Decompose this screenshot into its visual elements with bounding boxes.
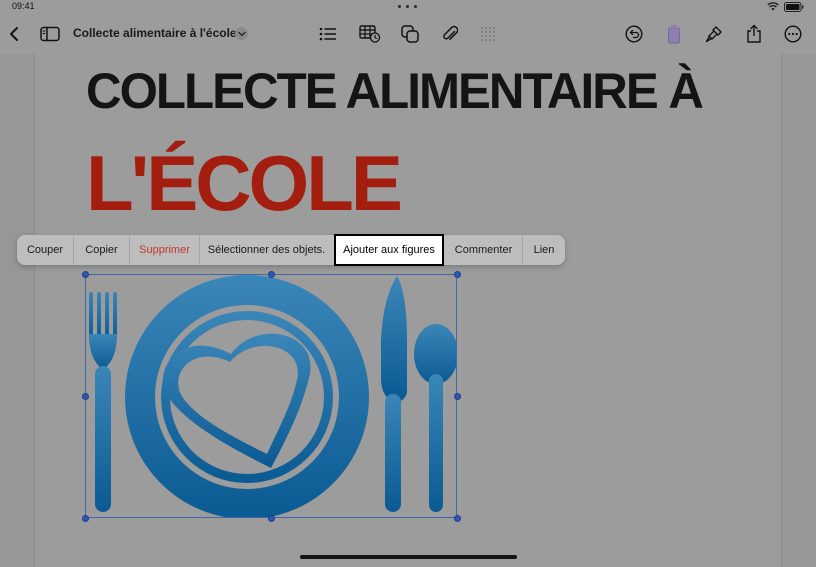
menu-item-cut[interactable]: Couper xyxy=(17,235,73,265)
back-icon xyxy=(10,27,18,41)
resize-handle-bottom-right[interactable] xyxy=(454,515,461,522)
battery-icon xyxy=(784,1,804,12)
undo-button[interactable] xyxy=(622,22,646,46)
menu-item-comment[interactable]: Commenter xyxy=(445,235,522,265)
document-title[interactable]: Collecte alimentaire à l'école xyxy=(73,26,237,40)
shapes-button[interactable] xyxy=(398,22,422,46)
table-button[interactable] xyxy=(358,22,382,46)
attachment-icon xyxy=(443,25,458,40)
title-menu-button[interactable] xyxy=(235,27,248,40)
page-edge-left xyxy=(34,54,35,567)
document-button[interactable] xyxy=(662,22,686,46)
multitasking-dots-icon[interactable] xyxy=(398,5,418,9)
undo-icon xyxy=(625,25,643,43)
document-icon xyxy=(668,25,680,44)
canvas-margin-left xyxy=(0,54,34,567)
share-icon xyxy=(747,24,761,43)
menu-item-delete[interactable]: Supprimer xyxy=(130,235,199,265)
menu-item-add-to-shapes[interactable]: Ajouter aux figures xyxy=(334,234,444,266)
edit-menu: Couper Copier Supprimer Sélectionner des… xyxy=(17,234,565,266)
share-button[interactable] xyxy=(742,22,766,46)
chevron-down-icon xyxy=(237,31,246,36)
menu-item-link[interactable]: Lien xyxy=(523,235,565,265)
resize-handle-left[interactable] xyxy=(82,393,89,400)
format-button[interactable] xyxy=(702,22,726,46)
wifi-icon xyxy=(767,2,779,11)
back-button[interactable] xyxy=(2,22,26,46)
toolbar: Collecte alimentaire à l'école xyxy=(0,14,816,54)
resize-handle-bottom-left[interactable] xyxy=(82,515,89,522)
status-bar: 09:41 xyxy=(0,0,816,14)
page-edge-right xyxy=(781,54,782,567)
status-time: 09:41 xyxy=(12,1,35,11)
heading-line-2[interactable]: L'ÉCOLE xyxy=(86,138,403,229)
resize-handle-top[interactable] xyxy=(268,271,275,278)
list-icon xyxy=(319,27,336,41)
sidebar-icon xyxy=(40,26,60,42)
resize-handle-top-left[interactable] xyxy=(82,271,89,278)
resize-handle-right[interactable] xyxy=(454,393,461,400)
grid-icon xyxy=(481,27,495,41)
more-button[interactable] xyxy=(781,22,805,46)
attachment-button[interactable] xyxy=(438,22,462,46)
sidebar-button[interactable] xyxy=(38,22,62,46)
shapes-icon xyxy=(401,25,419,43)
table-icon xyxy=(359,25,381,43)
more-icon xyxy=(784,25,802,43)
heading-line-1[interactable]: COLLECTE ALIMENTAIRE À xyxy=(86,62,704,120)
resize-handle-top-right[interactable] xyxy=(454,271,461,278)
menu-item-select-objects[interactable]: Sélectionner des objets. xyxy=(200,235,333,265)
list-button[interactable] xyxy=(316,22,340,46)
selection-frame xyxy=(85,274,457,518)
status-indicators xyxy=(767,1,804,12)
paintbrush-icon xyxy=(705,26,722,43)
canvas-margin-right xyxy=(782,54,816,567)
resize-handle-bottom[interactable] xyxy=(268,515,275,522)
menu-item-copy[interactable]: Copier xyxy=(74,235,129,265)
grid-button[interactable] xyxy=(476,22,500,46)
home-indicator[interactable] xyxy=(300,555,517,559)
